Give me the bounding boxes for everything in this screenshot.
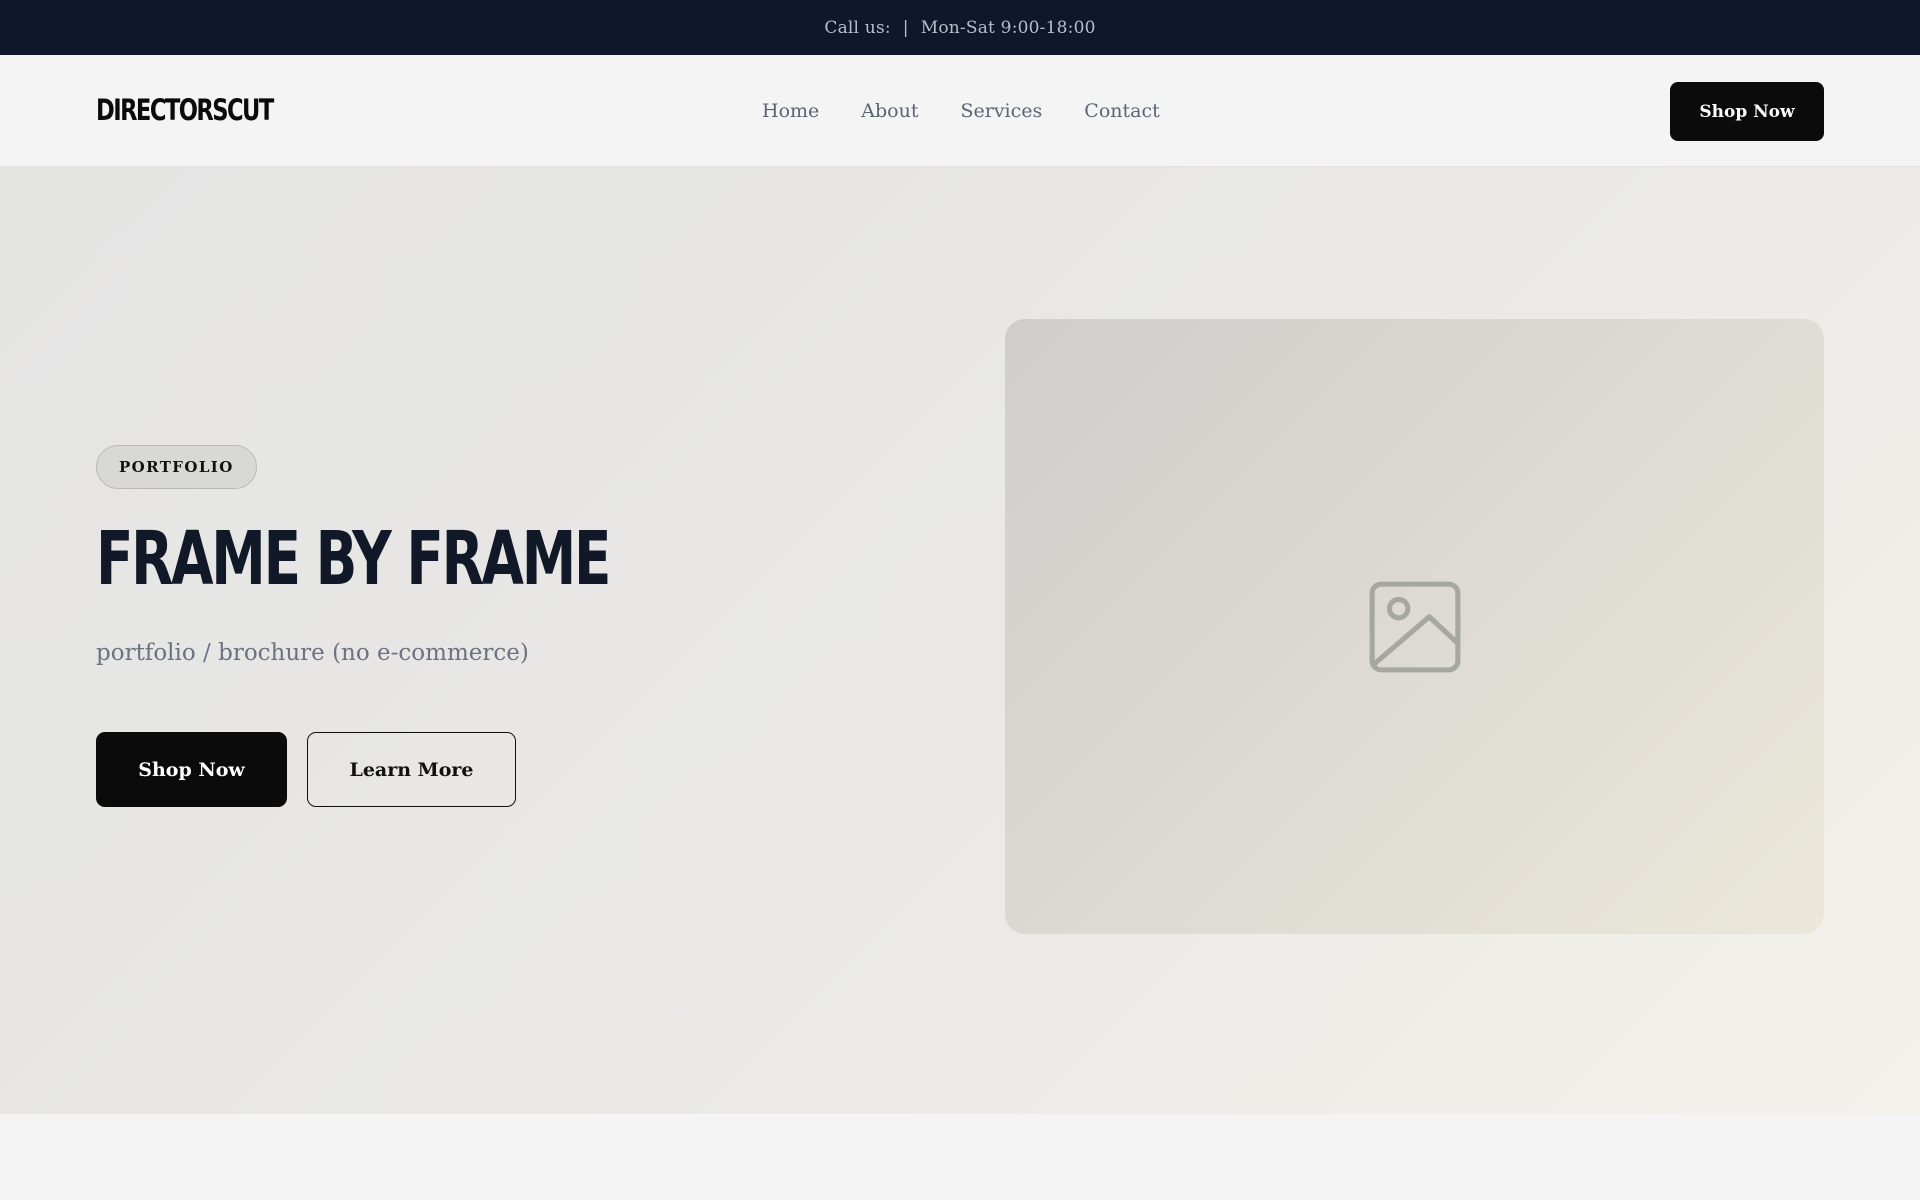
nav-link-about[interactable]: About xyxy=(861,100,918,122)
below-hero-area xyxy=(0,1114,1920,1200)
nav-link-services[interactable]: Services xyxy=(960,100,1042,122)
hero-image-placeholder xyxy=(1005,319,1824,934)
separator: | xyxy=(902,17,909,38)
nav-link-contact[interactable]: Contact xyxy=(1084,100,1159,122)
hero-title: FRAME BY FRAME xyxy=(96,516,611,602)
image-placeholder-icon xyxy=(1369,581,1460,672)
site-logo[interactable]: DIRECTORSCUT xyxy=(96,94,274,126)
top-info-bar: Call us: | Mon-Sat 9:00-18:00 xyxy=(0,0,1920,55)
hero-subtitle: portfolio / brochure (no e-commerce) xyxy=(96,640,529,666)
nav-link-home[interactable]: Home xyxy=(762,100,819,122)
business-hours: Mon-Sat 9:00-18:00 xyxy=(920,17,1096,38)
nav-shop-now-button[interactable]: Shop Now xyxy=(1670,82,1824,141)
hero-shop-now-button[interactable]: Shop Now xyxy=(96,732,287,807)
main-nav: Home About Services Contact xyxy=(762,55,1160,167)
portfolio-badge: PORTFOLIO xyxy=(96,445,257,489)
call-label: Call us: xyxy=(824,17,891,38)
hero-learn-more-button[interactable]: Learn More xyxy=(307,732,516,807)
hero-section: PORTFOLIO FRAME BY FRAME portfolio / bro… xyxy=(0,167,1920,1114)
main-navbar: DIRECTORSCUT Home About Services Contact… xyxy=(0,55,1920,167)
